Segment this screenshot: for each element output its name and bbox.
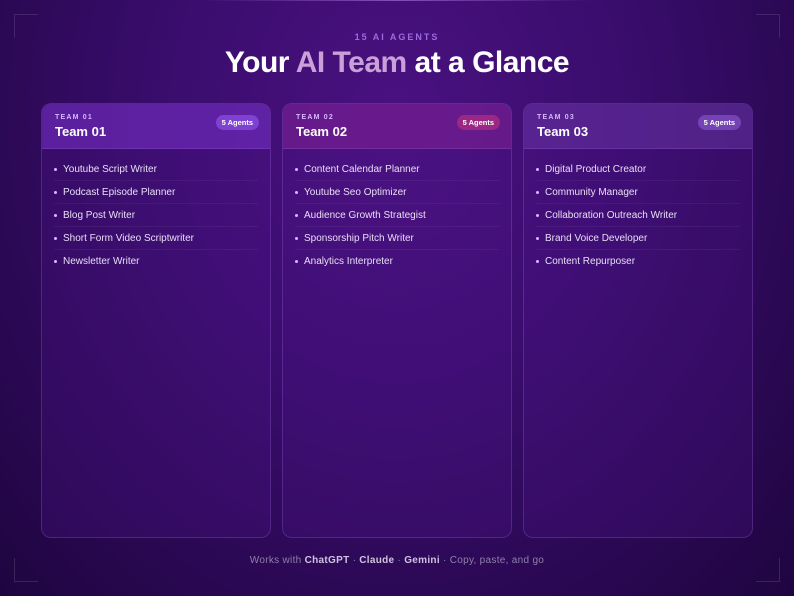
page-title: Your AI Team at a Glance xyxy=(0,46,794,80)
agent-list: Youtube Script Writer Podcast Episode Pl… xyxy=(42,149,270,273)
bullet-dot-icon xyxy=(295,260,298,263)
agent-label: Youtube Seo Optimizer xyxy=(304,186,407,198)
bullet-dot-icon xyxy=(295,213,298,217)
agent-label: Analytics Interpreter xyxy=(304,256,393,267)
bullet-dot-icon xyxy=(54,190,57,194)
team-card-header: TEAM 01 Team 01 5 Agents xyxy=(42,104,270,149)
team-card-02: TEAM 02 Team 02 5 Agents Content Calenda… xyxy=(282,103,512,538)
model-chatgpt: ChatGPT xyxy=(304,555,350,566)
agent-item: Collaboration Outreach Writer xyxy=(536,204,740,227)
agent-label: Content Calendar Planner xyxy=(304,163,420,175)
agent-item: Analytics Interpreter xyxy=(295,250,499,273)
title-suffix: at a Glance xyxy=(406,46,570,79)
agent-item: Digital Product Creator xyxy=(536,158,740,181)
bullet-dot-icon xyxy=(295,236,298,240)
agent-list: Content Calendar Planner Youtube Seo Opt… xyxy=(283,149,511,273)
agent-item: Podcast Episode Planner xyxy=(54,181,258,204)
agent-item: Content Repurposer xyxy=(536,250,740,273)
team-card-01: TEAM 01 Team 01 5 Agents Youtube Script … xyxy=(41,103,271,538)
agent-item: Youtube Script Writer xyxy=(54,158,258,181)
bullet-dot-icon xyxy=(536,167,539,171)
bullet-dot-icon xyxy=(536,260,539,263)
agent-item: Newsletter Writer xyxy=(54,250,258,273)
team-card-header: TEAM 02 Team 02 5 Agents xyxy=(283,104,511,149)
compatibility-footer: Works with ChatGPT · Claude · Gemini · C… xyxy=(0,555,794,566)
bullet-dot-icon xyxy=(295,167,298,171)
agent-count-badge: 5 Agents xyxy=(697,115,741,130)
agent-label: Sponsorship Pitch Writer xyxy=(304,232,414,244)
agent-count-badge: 5 Agents xyxy=(215,115,259,130)
agent-item: Youtube Seo Optimizer xyxy=(295,181,499,204)
footer-suffix: · Copy, paste, and go xyxy=(439,555,545,566)
agent-item: Community Manager xyxy=(536,181,740,204)
agent-label: Brand Voice Developer xyxy=(545,232,648,244)
agent-item: Sponsorship Pitch Writer xyxy=(295,227,499,250)
agent-item: Blog Post Writer xyxy=(54,204,258,227)
bullet-dot-icon xyxy=(536,190,539,194)
bullet-dot-icon xyxy=(536,213,539,217)
agent-item: Content Calendar Planner xyxy=(295,158,499,181)
title-accent: AI Team xyxy=(295,46,407,79)
agent-list: Digital Product Creator Community Manage… xyxy=(524,149,752,273)
agent-label: Audience Growth Strategist xyxy=(304,209,426,221)
bullet-dot-icon xyxy=(54,167,57,171)
team-cards: TEAM 01 Team 01 5 Agents Youtube Script … xyxy=(41,103,753,538)
model-claude: Claude xyxy=(359,555,395,566)
bullet-dot-icon xyxy=(295,190,298,194)
bullet-dot-icon xyxy=(536,236,539,240)
top-glow-line xyxy=(200,0,594,1)
agent-label: Collaboration Outreach Writer xyxy=(545,209,678,221)
bullet-dot-icon xyxy=(54,236,57,240)
agent-label: Community Manager xyxy=(545,186,638,198)
bullet-dot-icon xyxy=(54,260,57,263)
agent-label: Blog Post Writer xyxy=(63,209,136,221)
footer-prefix: Works with xyxy=(249,555,305,566)
agent-item: Audience Growth Strategist xyxy=(295,204,499,227)
agent-item: Brand Voice Developer xyxy=(536,227,740,250)
footer-separator: · xyxy=(394,555,405,566)
footer-separator: · xyxy=(349,555,360,566)
title-prefix: Your xyxy=(224,46,296,79)
eyebrow-label: 15 AI AGENTS xyxy=(354,32,440,42)
agent-label: Digital Product Creator xyxy=(545,163,647,175)
agent-label: Short Form Video Scriptwriter xyxy=(63,232,194,244)
agent-item: Short Form Video Scriptwriter xyxy=(54,227,258,250)
model-gemini: Gemini xyxy=(404,555,440,566)
agent-count-badge: 5 Agents xyxy=(456,115,500,130)
bullet-dot-icon xyxy=(54,213,57,217)
agent-label: Podcast Episode Planner xyxy=(63,186,176,198)
agent-label: Youtube Script Writer xyxy=(63,163,157,175)
agent-label: Content Repurposer xyxy=(545,256,636,267)
team-card-header: TEAM 03 Team 03 5 Agents xyxy=(524,104,752,149)
team-card-03: TEAM 03 Team 03 5 Agents Digital Product… xyxy=(523,103,753,538)
agent-label: Newsletter Writer xyxy=(63,256,140,267)
